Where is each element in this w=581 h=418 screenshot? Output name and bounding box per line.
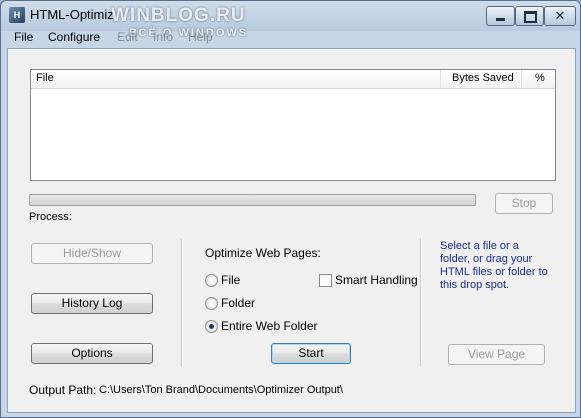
app-icon[interactable]: H <box>9 7 25 23</box>
output-path-label: Output Path: <box>29 383 97 397</box>
drop-hint-line: HTML files or folder to <box>440 266 548 278</box>
minimize-icon <box>496 18 505 21</box>
menu-info[interactable]: Info <box>153 30 173 44</box>
process-label: Process: <box>29 211 72 223</box>
column-percent[interactable]: % <box>535 72 545 84</box>
title-bar[interactable]: H HTML-Optimiz WINBLOG.RU ВСЁ О WINDOWS … <box>1 1 580 39</box>
menu-help[interactable]: Help <box>188 30 213 44</box>
results-list[interactable]: File Bytes Saved % <box>30 69 556 181</box>
optimize-heading: Optimize Web Pages: <box>205 246 321 260</box>
radio-file-label[interactable]: File <box>221 273 240 287</box>
maximize-button[interactable] <box>515 6 544 26</box>
column-bytes-saved[interactable]: Bytes Saved <box>452 72 514 84</box>
close-icon: ✕ <box>554 8 566 23</box>
radio-folder[interactable] <box>205 297 218 310</box>
close-button[interactable]: ✕ <box>544 6 576 26</box>
menu-configure[interactable]: Configure <box>48 30 100 44</box>
radio-file[interactable] <box>205 274 218 287</box>
divider <box>420 239 422 367</box>
radio-folder-label[interactable]: Folder <box>221 296 255 310</box>
smart-handling-checkbox[interactable] <box>319 274 332 287</box>
maximize-icon <box>524 11 537 23</box>
list-header: File Bytes Saved % <box>31 70 555 89</box>
divider <box>181 239 183 367</box>
menu-file[interactable]: File <box>14 30 33 44</box>
history-log-button[interactable]: History Log <box>31 293 153 314</box>
menu-bar: File Configure Edit Info Help <box>1 29 580 47</box>
radio-entire-web-folder[interactable] <box>205 320 218 333</box>
drop-hint-line: Select a file or a <box>440 240 519 252</box>
minimize-button[interactable] <box>486 6 515 26</box>
stop-button[interactable]: Stop <box>495 193 553 214</box>
output-path-value: C:\Users\Ton Brand\Documents\Optimizer O… <box>99 384 343 396</box>
start-button[interactable]: Start <box>271 343 351 364</box>
drop-hint-line: folder, or drag your <box>440 253 533 265</box>
smart-handling-label[interactable]: Smart Handling <box>335 273 418 287</box>
drop-hint-line: this drop spot. <box>440 279 510 291</box>
window-title: HTML-Optimiz <box>30 7 114 22</box>
progress-bar <box>29 194 476 206</box>
column-divider[interactable] <box>521 70 522 88</box>
radio-entire-web-folder-label[interactable]: Entire Web Folder <box>221 319 318 333</box>
app-window: H HTML-Optimiz WINBLOG.RU ВСЁ О WINDOWS … <box>0 0 581 418</box>
watermark-text: WINBLOG.RU <box>111 5 246 26</box>
view-page-button[interactable]: View Page <box>448 344 545 365</box>
column-divider[interactable] <box>440 70 441 88</box>
menu-edit[interactable]: Edit <box>117 30 138 44</box>
column-file[interactable]: File <box>36 72 54 84</box>
hide-show-button[interactable]: Hide/Show <box>31 243 153 264</box>
main-panel: File Bytes Saved % Stop Process: Hide/Sh… <box>7 48 576 413</box>
options-button[interactable]: Options <box>31 343 153 364</box>
